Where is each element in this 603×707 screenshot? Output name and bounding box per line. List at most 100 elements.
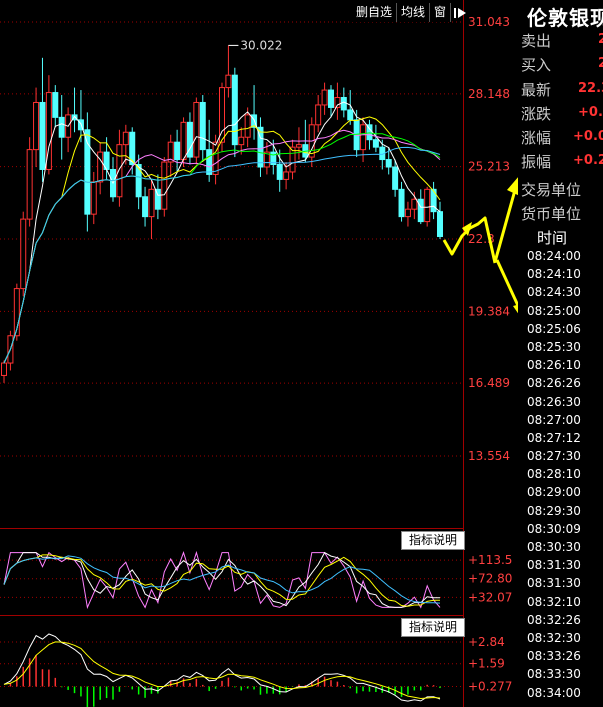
candle-body	[122, 131, 129, 146]
candle-body	[161, 161, 168, 210]
time-list-item: 08:26:26	[527, 376, 581, 391]
candle-body	[385, 159, 392, 168]
candle-body	[116, 144, 123, 198]
window-button[interactable]: 窗	[430, 3, 452, 22]
candle-body	[26, 149, 33, 220]
price-tick-label: 25.213	[468, 160, 510, 174]
time-list-item: 08:26:10	[527, 358, 581, 373]
time-list-item: 08:30:30	[527, 540, 581, 554]
price-tick-label: 16.489	[468, 376, 510, 390]
quote-value-latest: 22.3	[578, 81, 603, 96]
time-list-item: 08:25:00	[527, 303, 581, 318]
currency-unit-label: 货币单位	[521, 205, 582, 223]
stock-name: 伦敦银现	[527, 6, 603, 30]
candle-body	[417, 198, 424, 223]
time-list-item: 08:27:00	[527, 412, 581, 427]
candle-body	[276, 164, 283, 180]
time-list-item: 08:25:30	[527, 339, 581, 354]
time-list-item: 08:31:30	[527, 576, 581, 591]
candle-body	[20, 218, 27, 290]
indicator-tick-label: +113.5	[468, 553, 512, 567]
candle-body	[1, 362, 7, 376]
time-list-item: 08:26:30	[527, 394, 581, 409]
time-list-item: 08:32:10	[527, 594, 581, 609]
quote-value-sell: 2	[598, 32, 603, 47]
kline-chart: 31.043 28.148 25.213 22.3 19.384 16.489 13.554…	[0, 0, 603, 707]
indicator-help-button-1[interactable]: 指标说明	[401, 531, 465, 550]
indicator-tick-label: +32.07	[468, 590, 512, 604]
quote-value-change-pct: +0.0	[573, 129, 603, 144]
candle-body	[225, 74, 232, 89]
candle-body	[321, 89, 328, 106]
candle-body	[360, 124, 367, 151]
ma60-line	[3, 146, 441, 364]
time-list-item: 08:24:10	[527, 267, 581, 282]
candle-body	[398, 188, 405, 218]
annotation-arrow-down	[495, 259, 522, 311]
time-column-header: 时间	[537, 229, 568, 247]
candle-body	[90, 181, 97, 215]
ma20-line	[3, 129, 441, 364]
chart-toolbar: 删自选 均线 窗	[352, 3, 469, 22]
price-tick-label: 31.043	[468, 15, 510, 29]
indicator-help-button-2[interactable]: 指标说明	[401, 618, 465, 637]
candle-body	[193, 101, 200, 158]
time-list-item: 08:32:30	[527, 630, 581, 645]
quote-value-amplitude: +0.2	[573, 153, 603, 168]
candle-body	[392, 166, 399, 190]
candle-body	[148, 188, 155, 218]
candle-body	[142, 196, 149, 218]
candle-body	[424, 188, 431, 223]
oscillator-line-2	[3, 554, 440, 607]
candle-body	[180, 121, 187, 161]
time-list-item: 08:25:06	[527, 321, 581, 336]
macd-dea-line	[3, 641, 441, 700]
candle-body	[39, 101, 46, 170]
candle-body	[372, 139, 379, 148]
candle-body	[295, 144, 302, 148]
time-list-item: 08:33:26	[527, 649, 581, 664]
indicator-tick-label: +72.80	[468, 572, 512, 586]
play-arrow-icon[interactable]	[451, 3, 469, 22]
time-list-item: 08:24:00	[527, 249, 581, 263]
oscillator-line-1	[3, 551, 440, 608]
candle-body	[58, 116, 65, 138]
macd-tick-label: +2.84	[468, 635, 505, 649]
candle-body	[231, 74, 238, 146]
candle-body	[411, 198, 418, 210]
candle-body	[347, 109, 354, 121]
ma10-line	[3, 116, 441, 364]
time-list-item: 08:29:30	[527, 503, 581, 518]
candle-body	[212, 141, 219, 175]
candle-body	[437, 211, 443, 237]
candle-body	[328, 89, 334, 108]
annotation-arrow-up	[493, 189, 517, 263]
time-list-item: 08:33:30	[527, 667, 581, 682]
oscillator-line-3	[3, 555, 441, 604]
moving-average-button[interactable]: 均线	[397, 3, 431, 22]
quote-value-change: +0.0	[578, 105, 603, 120]
time-list-item: 08:28:10	[527, 467, 581, 482]
time-list-item: 08:27:12	[527, 430, 581, 445]
delete-watchlist-button[interactable]: 删自选	[352, 3, 398, 22]
max-price-label: 30.022	[240, 38, 282, 52]
quote-label-latest: 最新	[521, 81, 552, 99]
oscillator-line-0	[3, 550, 441, 610]
quote-value-buy: 2	[598, 56, 603, 71]
time-list: 08:24:00 08:24:10 08:24:30 08:25:00 08:25:06…	[527, 247, 581, 702]
candle-body	[135, 164, 142, 198]
quote-label-sell: 卖出	[521, 32, 552, 50]
candle-body	[174, 141, 181, 161]
candle-body	[340, 97, 347, 111]
candle-body	[238, 136, 245, 146]
candle-body	[52, 92, 59, 118]
quote-label-change-pct: 涨幅	[521, 129, 552, 147]
macd-tick-label: +0.277	[468, 680, 512, 694]
time-list-item: 08:31:30	[527, 558, 581, 573]
quote-label-change: 涨跌	[521, 105, 552, 123]
quote-label-buy: 买入	[521, 56, 552, 74]
quote-label-amplitude: 振幅	[521, 153, 552, 171]
candle-body	[283, 171, 290, 180]
price-tick-label: 19.384	[468, 304, 510, 318]
time-list-item: 08:27:30	[527, 449, 581, 464]
